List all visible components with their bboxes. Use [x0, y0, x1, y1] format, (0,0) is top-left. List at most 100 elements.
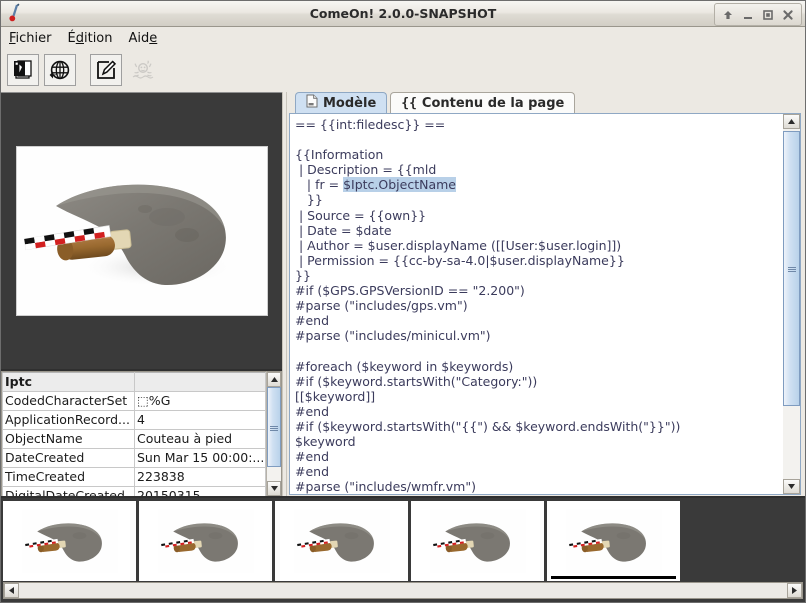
editor-line: }}: [295, 267, 311, 283]
scroll-up-arrow-icon[interactable]: [267, 372, 281, 387]
menu-aide-pre: Aid: [128, 30, 150, 46]
metadata-value: 4: [134, 410, 266, 430]
knife-thumb-image: [21, 509, 118, 573]
tab-strip: Modèle {{ Contenu de la page: [289, 92, 801, 113]
metadata-row[interactable]: ApplicationRecord... 4: [2, 410, 266, 430]
editor-scroll-up-arrow-icon[interactable]: [783, 114, 800, 129]
metadata-table-viewport[interactable]: Iptc CodedCharacterSet ⬚%G ApplicationRecor…: [1, 371, 266, 497]
menu-edition[interactable]: Édition: [68, 29, 122, 48]
metadata-row[interactable]: TimeCreated 223838: [2, 467, 266, 487]
editor-line: #end: [295, 449, 330, 465]
templates-button[interactable]: [7, 54, 39, 86]
scroll-down-arrow-icon[interactable]: [267, 481, 281, 496]
upload-web-button[interactable]: [44, 54, 76, 86]
metadata-table: Iptc CodedCharacterSet ⬚%G ApplicationRecor…: [2, 372, 266, 496]
metadata-row[interactable]: CodedCharacterSet ⬚%G: [2, 391, 266, 411]
metadata-scroll-thumb[interactable]: [267, 387, 281, 467]
thumbnail-horizontal-scrollbar[interactable]: [3, 582, 803, 599]
metadata-key: ApplicationRecord...: [2, 410, 135, 430]
pencil-square-icon: [94, 58, 118, 82]
editor-line: }}: [295, 192, 323, 208]
edit-button[interactable]: [90, 54, 122, 86]
template-editor-panel: == {{int:filedesc}} == {{Information | D…: [289, 113, 801, 496]
editor-line: #end: [295, 313, 330, 329]
menu-aide-mnemonic: e: [149, 30, 158, 46]
editor-line: {{Information: [295, 147, 384, 163]
editor-scroll-track[interactable]: [783, 129, 800, 480]
image-preview[interactable]: [1, 92, 282, 369]
knife-thumb-image: [565, 509, 662, 573]
metadata-value: Sun Mar 15 00:00:...: [134, 448, 266, 468]
menu-fichier[interactable]: Fichier: [9, 29, 61, 48]
editor-line: | Permission = {{cc-by-sa-4.0|$user.disp…: [295, 252, 625, 268]
maximize-button[interactable]: [759, 6, 777, 23]
menu-edition-label: ition: [83, 30, 113, 46]
menu-bar: Fichier Édition Aide: [1, 27, 805, 49]
minimize-button[interactable]: [739, 6, 757, 23]
metadata-row[interactable]: DateCreated Sun Mar 15 00:00:...: [2, 448, 266, 468]
toolbar: [1, 49, 805, 91]
metadata-row[interactable]: ObjectName Couteau à pied: [2, 429, 266, 449]
editor-line: | Source = {{own}}: [295, 207, 427, 223]
editor-line: #parse ("includes/gps.vm"): [295, 298, 468, 314]
editor-text: | fr =: [295, 177, 344, 193]
editor-line: | Author = $user.displayName ([[User:$us…: [295, 237, 622, 253]
editor-line: | Description = {{mld: [295, 162, 437, 178]
metadata-group-value: [134, 372, 266, 392]
metadata-scroll-track[interactable]: [267, 387, 281, 481]
menu-edition-pre: É: [67, 30, 76, 46]
scroll-left-arrow-icon[interactable]: [4, 583, 19, 598]
editor-scroll-grip-icon: [787, 266, 796, 272]
globe-arrow-icon: [48, 58, 72, 82]
metadata-value: Couteau à pied: [134, 429, 266, 449]
editor-scroll-down-arrow-icon[interactable]: [783, 479, 800, 495]
metadata-panel: Iptc CodedCharacterSet ⬚%G ApplicationRecor…: [1, 369, 282, 497]
file-icon: [306, 94, 318, 112]
editor-vertical-scrollbar[interactable]: [783, 114, 800, 495]
editor-line: #if ($GPS.GPSVersionID == "2.200"): [295, 283, 525, 299]
tab-modele[interactable]: Modèle: [295, 92, 388, 113]
editor-line: #if ($keyword.startsWith("{{") && $keywo…: [295, 418, 681, 434]
menu-aide[interactable]: Aide: [129, 29, 167, 48]
metadata-key: TimeCreated: [2, 467, 135, 487]
editor-line: == {{int:filedesc}} ==: [295, 117, 446, 132]
editor-line: | fr = $Iptc.ObjectName: [295, 177, 783, 193]
window-controls: [714, 3, 802, 26]
editor-line: [[$keyword]]: [295, 388, 376, 404]
editor-line: #parse ("includes/wmfr.vm"): [295, 479, 476, 495]
window-title: ComeOn! 2.0.0-SNAPSHOT: [309, 6, 497, 21]
editor-line: #if ($keyword.startsWith("Category:")): [295, 373, 538, 389]
tab-contenu-braces: {{: [401, 95, 417, 111]
scroll-right-arrow-icon[interactable]: [787, 583, 802, 598]
thumbnail-2[interactable]: [139, 501, 272, 581]
thumbnail-1[interactable]: [3, 501, 136, 581]
thumbnail-strip-area: [1, 496, 805, 602]
knife-photo: [16, 147, 267, 315]
metadata-key: CodedCharacterSet: [2, 391, 135, 411]
metadata-key: DateCreated: [2, 448, 135, 468]
template-editor[interactable]: == {{int:filedesc}} == {{Information | D…: [290, 114, 783, 494]
metadata-value: ⬚%G: [134, 391, 266, 411]
thumbnail-3[interactable]: [275, 501, 408, 581]
application-window: ComeOn! 2.0.0-SNAPSHOT Fichier Édition A…: [0, 0, 806, 603]
left-pane: Iptc CodedCharacterSet ⬚%G ApplicationRecor…: [1, 92, 282, 497]
editor-line: #end: [295, 403, 330, 419]
tab-contenu[interactable]: {{ Contenu de la page: [390, 92, 576, 113]
metadata-vertical-scrollbar[interactable]: [266, 371, 282, 497]
close-button[interactable]: [779, 6, 797, 23]
editor-line: $keyword: [295, 433, 356, 449]
metadata-key: ObjectName: [2, 429, 135, 449]
editor-scroll-thumb[interactable]: [783, 131, 800, 406]
thumbnail-4[interactable]: [411, 501, 544, 581]
thumbnail-5[interactable]: [547, 501, 680, 581]
pipette-icon: [4, 2, 26, 25]
preview-photo-frame: [16, 147, 267, 315]
mascot-button: [127, 54, 159, 86]
knife-thumb-image: [429, 509, 526, 573]
editor-line: #foreach ($keyword in $keywords): [295, 358, 514, 374]
shade-button[interactable]: [719, 6, 737, 23]
book-stack-icon: [11, 58, 35, 82]
thumbnail-scroll-track[interactable]: [19, 583, 787, 598]
